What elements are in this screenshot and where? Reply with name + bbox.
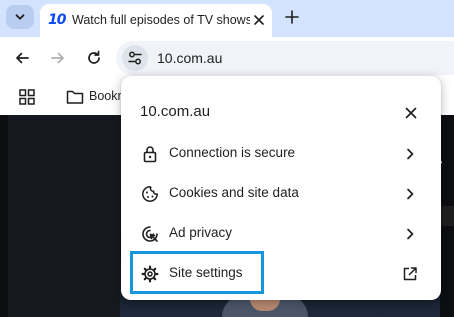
toolbar: 10.com.au [0,37,454,79]
connection-secure-item[interactable]: Connection is secure [121,134,441,174]
apps-button[interactable] [18,88,36,106]
chevron-right-icon [401,145,419,163]
cookies-site-data-item[interactable]: Cookies and site data [121,174,441,214]
page-side-panel [8,115,126,317]
reload-icon [88,50,100,64]
reload-button[interactable] [82,46,106,70]
popup-close-button[interactable] [401,103,421,123]
bookmarks-folder[interactable] [66,89,84,105]
connection-secure-label: Connection is secure [169,145,296,160]
forward-button[interactable] [46,46,70,70]
address-bar[interactable]: 10.com.au [116,41,454,75]
ad-privacy-icon [141,225,159,243]
tab-search-button[interactable] [6,5,34,29]
close-icon [254,15,264,25]
popup-title: 10.com.au [140,103,211,120]
chevron-right-icon [401,185,419,203]
new-tab-button[interactable] [281,6,303,28]
close-icon [405,107,417,119]
tab-close-button[interactable] [250,11,268,29]
site-info-button[interactable] [122,45,148,71]
tab-title: Watch full episodes of TV shows [72,13,250,27]
tab-active[interactable]: 10 Watch full episodes of TV shows [40,4,272,37]
back-button[interactable] [10,46,34,70]
arrow-left-icon [16,52,29,64]
tune-icon [128,51,142,65]
tab-favicon-icon: 10 [48,12,66,28]
folder-icon [66,90,84,104]
site-settings-highlight [130,251,264,294]
cookie-icon [141,185,159,203]
plus-icon [285,10,299,24]
apps-grid-icon [19,89,35,105]
chevron-down-icon [15,14,25,20]
url-text[interactable]: 10.com.au [157,50,222,66]
arrow-right-icon [51,52,64,64]
lock-icon [141,145,159,163]
ad-privacy-label: Ad privacy [169,225,233,240]
site-info-popup: 10.com.au Connection is secure Cookies a… [121,76,441,300]
chevron-right-icon [401,225,419,243]
ad-privacy-item[interactable]: Ad privacy [121,214,441,254]
cookies-site-data-label: Cookies and site data [169,185,299,200]
open-external-icon [401,265,419,283]
tab-strip: 10 Watch full episodes of TV shows [0,0,454,37]
